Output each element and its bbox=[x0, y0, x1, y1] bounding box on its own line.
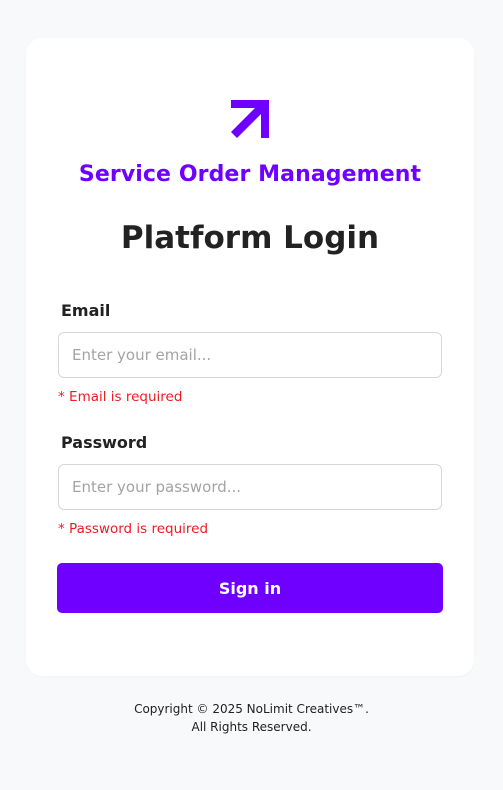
login-card: Service Order Management Platform Login … bbox=[26, 38, 474, 676]
footer: Copyright © 2025 NoLimit Creatives™. All… bbox=[0, 700, 503, 736]
arrow-up-right-icon bbox=[231, 100, 269, 138]
email-label: Email bbox=[61, 301, 111, 320]
password-error: * Password is required bbox=[58, 521, 209, 537]
sign-in-button[interactable]: Sign in bbox=[57, 563, 443, 613]
password-label: Password bbox=[61, 433, 148, 452]
copyright-text: Copyright © 2025 NoLimit Creatives™. bbox=[134, 702, 369, 716]
rights-text: All Rights Reserved. bbox=[191, 720, 312, 734]
password-field[interactable] bbox=[58, 464, 442, 510]
brand-title: Service Order Management bbox=[78, 162, 422, 187]
email-field[interactable] bbox=[58, 332, 442, 378]
email-error: * Email is required bbox=[58, 389, 183, 405]
page-title: Platform Login bbox=[120, 220, 380, 256]
